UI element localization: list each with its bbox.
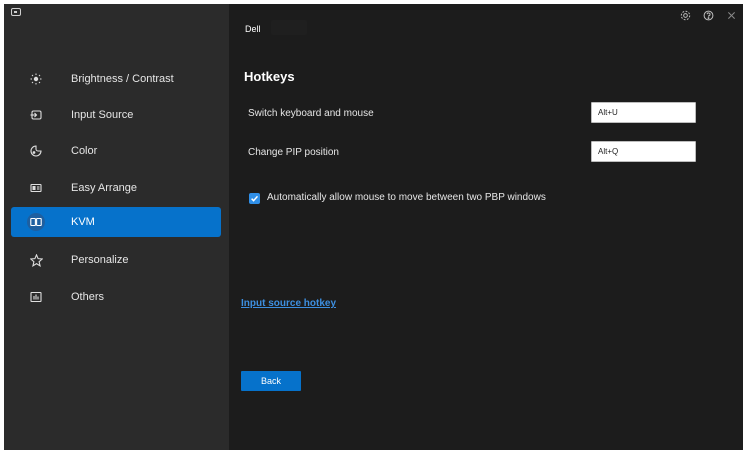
switch-keyboard-mouse-hotkey-input[interactable] bbox=[591, 102, 696, 123]
sidebar-item-label: Brightness / Contrast bbox=[71, 73, 174, 85]
app-logo-icon bbox=[11, 8, 21, 16]
checkmark-icon bbox=[251, 195, 259, 202]
sidebar: Brightness / Contrast Input Source Color… bbox=[4, 4, 229, 450]
window-controls bbox=[679, 9, 737, 21]
app-window: Brightness / Contrast Input Source Color… bbox=[4, 4, 743, 450]
sidebar-item-label: Color bbox=[71, 145, 98, 157]
sidebar-item-easy-arrange[interactable]: Easy Arrange bbox=[11, 173, 221, 203]
sidebar-item-input-source[interactable]: Input Source bbox=[11, 100, 221, 130]
kvm-icon bbox=[27, 213, 45, 231]
back-button[interactable]: Back bbox=[241, 371, 301, 391]
monitor-selector[interactable] bbox=[271, 20, 307, 35]
main-panel: Dell Hotkeys Switch keyboard and mouse C… bbox=[229, 4, 743, 450]
brightness-icon bbox=[27, 70, 45, 88]
sidebar-item-label: Input Source bbox=[71, 109, 134, 121]
close-icon[interactable] bbox=[725, 9, 737, 21]
sidebar-item-label: KVM bbox=[71, 216, 95, 228]
monitor-name: Dell bbox=[245, 24, 261, 34]
sidebar-item-others[interactable]: Others bbox=[11, 282, 221, 312]
input-source-icon bbox=[27, 106, 45, 124]
auto-mouse-move-label: Automatically allow mouse to move betwee… bbox=[267, 192, 546, 203]
sidebar-item-personalize[interactable]: Personalize bbox=[11, 245, 221, 275]
others-icon bbox=[27, 288, 45, 306]
auto-mouse-move-checkbox[interactable] bbox=[249, 193, 260, 204]
color-palette-icon bbox=[27, 142, 45, 160]
input-source-hotkey-link[interactable]: Input source hotkey bbox=[241, 298, 336, 309]
easy-arrange-icon bbox=[27, 179, 45, 197]
sidebar-item-label: Easy Arrange bbox=[71, 182, 138, 194]
sidebar-item-color[interactable]: Color bbox=[11, 136, 221, 166]
change-pip-position-label: Change PIP position bbox=[248, 147, 339, 158]
star-icon bbox=[27, 251, 45, 269]
change-pip-position-hotkey-input[interactable] bbox=[591, 141, 696, 162]
switch-keyboard-mouse-label: Switch keyboard and mouse bbox=[248, 108, 374, 119]
help-icon[interactable] bbox=[702, 9, 714, 21]
page-title: Hotkeys bbox=[244, 69, 295, 84]
sidebar-item-brightness-contrast[interactable]: Brightness / Contrast bbox=[11, 64, 221, 94]
settings-gear-icon[interactable] bbox=[679, 9, 691, 21]
sidebar-item-label: Personalize bbox=[71, 254, 129, 266]
sidebar-item-kvm[interactable]: KVM bbox=[11, 207, 221, 237]
sidebar-item-label: Others bbox=[71, 291, 105, 303]
